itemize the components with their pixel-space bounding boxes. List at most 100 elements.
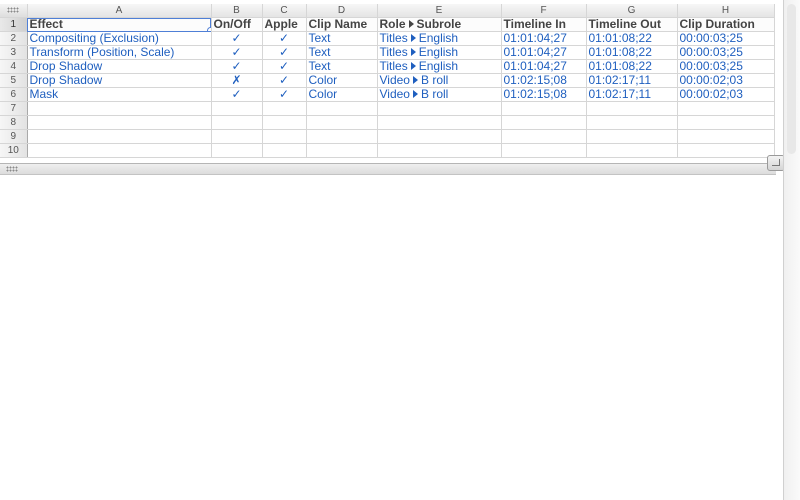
cell-role[interactable]: Titles English (377, 45, 502, 60)
header-cell-role[interactable]: Role Subrole (377, 17, 502, 32)
cell-clip-name[interactable]: Color (306, 87, 378, 102)
empty-cell[interactable] (262, 143, 307, 158)
row-header-5[interactable]: 5 (0, 73, 28, 88)
cell-timeline-out[interactable]: 01:01:08;22 (586, 59, 678, 74)
empty-cell[interactable] (211, 143, 263, 158)
empty-cell[interactable] (27, 115, 212, 130)
empty-cell[interactable] (586, 115, 678, 130)
column-header-g[interactable]: G (586, 4, 678, 18)
cell-onoff[interactable]: ✓ (211, 31, 263, 46)
row-header-7[interactable]: 7 (0, 101, 28, 116)
empty-cell[interactable] (501, 115, 587, 130)
cell-timeline-in[interactable]: 01:01:04;27 (501, 45, 587, 60)
column-header-c[interactable]: C (262, 4, 307, 18)
fill-handle[interactable] (206, 27, 210, 31)
cell-role[interactable]: Video B roll (377, 73, 502, 88)
cell-onoff[interactable]: ✓ (211, 59, 263, 74)
cell-clip-name[interactable]: Text (306, 45, 378, 60)
cell-timeline-out[interactable]: 01:01:08;22 (586, 45, 678, 60)
empty-cell[interactable] (27, 143, 212, 158)
cell-apple[interactable]: ✓ (262, 73, 307, 88)
cell-role[interactable]: Titles English (377, 59, 502, 74)
cell-apple[interactable]: ✓ (262, 31, 307, 46)
cell-timeline-in[interactable]: 01:01:04;27 (501, 31, 587, 46)
empty-cell[interactable] (677, 115, 775, 130)
empty-cell[interactable] (586, 129, 678, 144)
row-header-10[interactable]: 10 (0, 143, 28, 158)
empty-cell[interactable] (677, 143, 775, 158)
cell-onoff[interactable]: ✓ (211, 45, 263, 60)
column-header-e[interactable]: E (377, 4, 502, 18)
empty-cell[interactable] (262, 101, 307, 116)
cell-clip-name[interactable]: Text (306, 59, 378, 74)
header-cell-apple[interactable]: Apple (262, 17, 307, 32)
cell-role[interactable]: Video B roll (377, 87, 502, 102)
scroll-thumb[interactable] (787, 4, 796, 154)
cell-timeline-out[interactable]: 01:02:17;11 (586, 73, 678, 88)
cell-timeline-out[interactable]: 01:02:17;11 (586, 87, 678, 102)
row-header-3[interactable]: 3 (0, 45, 28, 60)
empty-cell[interactable] (377, 115, 502, 130)
header-cell-timeline-in[interactable]: Timeline In (501, 17, 587, 32)
row-header-6[interactable]: 6 (0, 87, 28, 102)
cell-clip-duration[interactable]: 00:00:03;25 (677, 59, 775, 74)
column-header-f[interactable]: F (501, 4, 587, 18)
cell-effect[interactable]: Drop Shadow (27, 73, 212, 88)
grip-dots-icon[interactable] (7, 7, 20, 13)
cell-clip-duration[interactable]: 00:00:03;25 (677, 31, 775, 46)
cell-apple[interactable]: ✓ (262, 59, 307, 74)
cell-effect[interactable]: Drop Shadow (27, 59, 212, 74)
cell-timeline-in[interactable]: 01:01:04;27 (501, 59, 587, 74)
grip-dots-icon[interactable] (6, 166, 18, 172)
row-header-8[interactable]: 8 (0, 115, 28, 130)
cell-effect[interactable]: Mask (27, 87, 212, 102)
empty-cell[interactable] (501, 143, 587, 158)
row-header-1[interactable]: 1 (0, 17, 28, 32)
corner-cell[interactable] (0, 4, 28, 18)
empty-cell[interactable] (377, 101, 502, 116)
cell-effect[interactable]: Compositing (Exclusion) (27, 31, 212, 46)
cell-clip-duration[interactable]: 00:00:03;25 (677, 45, 775, 60)
empty-cell[interactable] (306, 143, 378, 158)
empty-cell[interactable] (377, 143, 502, 158)
empty-cell[interactable] (677, 129, 775, 144)
empty-cell[interactable] (501, 101, 587, 116)
column-header-a[interactable]: A (27, 4, 212, 18)
empty-cell[interactable] (211, 129, 263, 144)
header-cell-clip-name[interactable]: Clip Name (306, 17, 378, 32)
cell-effect[interactable]: Transform (Position, Scale) (27, 45, 212, 60)
empty-cell[interactable] (211, 115, 263, 130)
row-header-2[interactable]: 2 (0, 31, 28, 46)
cell-clip-name[interactable]: Text (306, 31, 378, 46)
cell-clip-name[interactable]: Color (306, 73, 378, 88)
empty-cell[interactable] (306, 101, 378, 116)
cell-clip-duration[interactable]: 00:00:02;03 (677, 73, 775, 88)
cell-onoff[interactable]: ✗ (211, 73, 263, 88)
cell-apple[interactable]: ✓ (262, 87, 307, 102)
vertical-scrollbar[interactable] (783, 0, 800, 500)
cell-timeline-in[interactable]: 01:02:15;08 (501, 87, 587, 102)
cell-apple[interactable]: ✓ (262, 45, 307, 60)
cell-role[interactable]: Titles English (377, 31, 502, 46)
header-cell-onoff[interactable]: On/Off (211, 17, 263, 32)
row-header-4[interactable]: 4 (0, 59, 28, 74)
header-cell-clip-duration[interactable]: Clip Duration (677, 17, 775, 32)
empty-cell[interactable] (306, 115, 378, 130)
column-header-h[interactable]: H (677, 4, 775, 18)
empty-cell[interactable] (306, 129, 378, 144)
empty-cell[interactable] (586, 101, 678, 116)
empty-cell[interactable] (501, 129, 587, 144)
empty-cell[interactable] (211, 101, 263, 116)
header-cell-effect[interactable]: Effect (27, 17, 212, 32)
column-header-b[interactable]: B (211, 4, 263, 18)
row-header-9[interactable]: 9 (0, 129, 28, 144)
empty-cell[interactable] (27, 129, 212, 144)
empty-cell[interactable] (586, 143, 678, 158)
empty-cell[interactable] (27, 101, 212, 116)
cell-onoff[interactable]: ✓ (211, 87, 263, 102)
cell-timeline-in[interactable]: 01:02:15;08 (501, 73, 587, 88)
cell-clip-duration[interactable]: 00:00:02;03 (677, 87, 775, 102)
empty-cell[interactable] (262, 129, 307, 144)
empty-cell[interactable] (377, 129, 502, 144)
cell-timeline-out[interactable]: 01:01:08;22 (586, 31, 678, 46)
